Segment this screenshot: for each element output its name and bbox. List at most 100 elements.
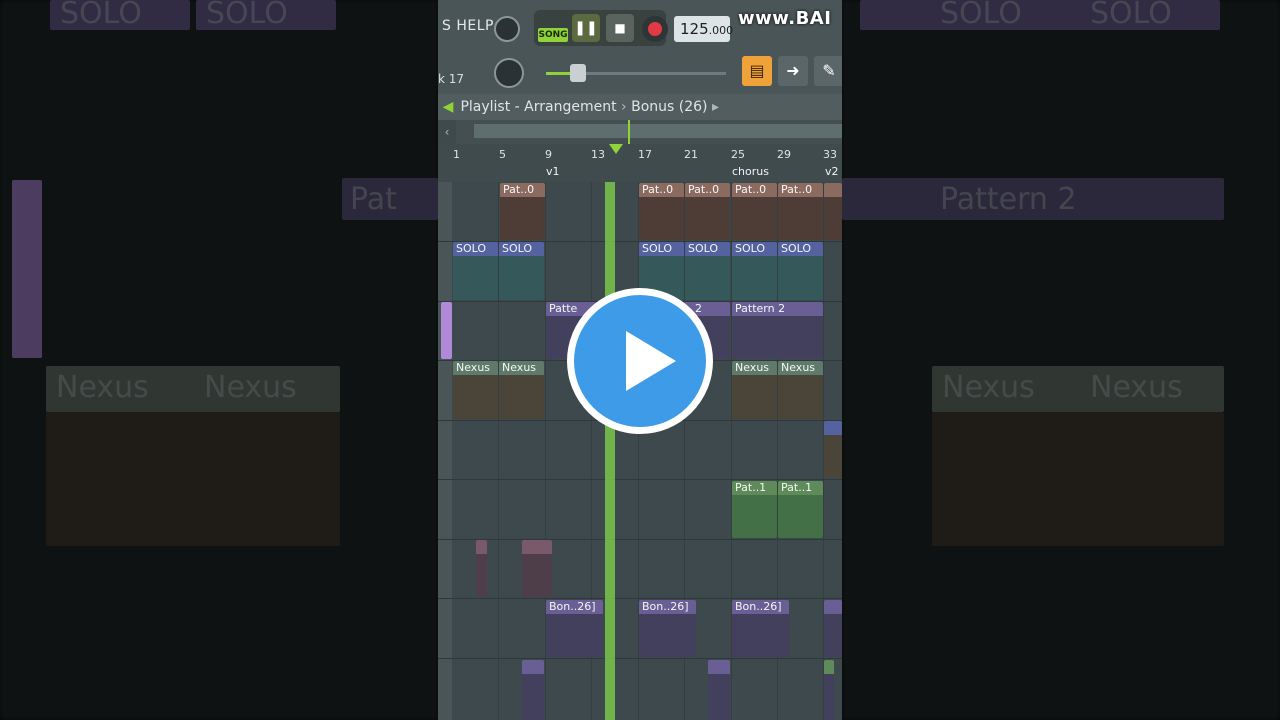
nexus-clip[interactable]: Nexus — [453, 361, 498, 419]
clip-label: Nexus — [778, 361, 823, 375]
pattern-clip[interactable]: Pat..1 — [732, 481, 777, 538]
master-volume-knob[interactable] — [494, 16, 520, 42]
playhead-line — [605, 182, 615, 720]
pattern-2-clip[interactable]: Pattern 2 — [732, 302, 823, 359]
ruler-tick: 25 — [731, 148, 745, 161]
overview-bar — [474, 124, 842, 138]
clip-label: Pat..0 — [732, 183, 777, 197]
clip-label: Pat..0 — [778, 183, 823, 197]
scroll-left-icon[interactable]: ‹ — [438, 120, 456, 144]
video-play-button[interactable] — [567, 288, 713, 434]
record-button[interactable] — [642, 16, 668, 42]
solo-clip[interactable]: SOLO — [732, 242, 777, 300]
lane-separator — [438, 539, 842, 540]
clip-label: SOLO — [685, 242, 730, 256]
pattern-clip[interactable] — [824, 421, 842, 478]
clip-label: Pat..1 — [778, 481, 823, 495]
lane-separator — [438, 658, 842, 659]
play-icon — [626, 331, 676, 391]
clip-label: Pat..0 — [685, 183, 730, 197]
pattern-clip[interactable]: Pat..0 — [639, 183, 684, 240]
slider-thumb[interactable] — [570, 64, 586, 82]
clip-label: SOLO — [453, 242, 498, 256]
pattern-clip[interactable]: Pat..0 — [685, 183, 730, 240]
pattern-clip[interactable] — [441, 302, 452, 359]
marker-v2[interactable]: v2 — [825, 165, 839, 178]
song-mode-button[interactable]: SONG — [538, 28, 568, 42]
current-pattern[interactable]: Bonus (26) — [631, 99, 707, 115]
solo-clip[interactable]: SOLO — [685, 242, 730, 300]
stop-button[interactable]: ■ — [606, 14, 634, 42]
clip-header — [824, 660, 834, 674]
tempo-fraction: .000 — [708, 24, 734, 37]
overview-position — [628, 120, 630, 144]
audio-clip[interactable] — [476, 540, 487, 597]
lane-separator — [438, 479, 842, 480]
playlist-overview[interactable] — [456, 120, 842, 144]
clip-label: Bon..26] — [546, 600, 603, 614]
audio-clip[interactable]: Bon..26] — [639, 600, 696, 657]
tempo-display[interactable]: 125.000 — [674, 16, 733, 42]
channel-knob[interactable] — [494, 58, 524, 88]
dim-overlay-left — [0, 0, 438, 720]
nexus-clip[interactable]: Nexus — [499, 361, 544, 419]
ruler-tick: 5 — [499, 148, 506, 161]
ruler-tick: 1 — [453, 148, 460, 161]
clip-label: SOLO — [639, 242, 684, 256]
clip-header — [476, 540, 487, 554]
ruler-tick: 21 — [684, 148, 698, 161]
audio-clip[interactable] — [708, 660, 730, 720]
ruler-tick: 9 — [545, 148, 552, 161]
clip-header — [824, 600, 842, 614]
playlist-view-button[interactable]: ▤ — [742, 56, 772, 86]
lane-sidebar — [438, 182, 452, 720]
pattern-clip[interactable]: Pat..0 — [732, 183, 777, 240]
audio-clip[interactable]: Bon..26] — [546, 600, 603, 657]
pattern-clip[interactable]: Pat..0 — [500, 183, 545, 240]
solo-clip[interactable]: SOLO — [453, 242, 498, 300]
watermark-text: www.BAI — [738, 8, 832, 29]
clip-label: Pat..1 — [732, 481, 777, 495]
clip-label: Pat..0 — [639, 183, 684, 197]
audio-clip[interactable] — [522, 540, 552, 597]
playlist-title: Playlist - Arrangement — [460, 99, 617, 115]
ruler-tick: 13 — [591, 148, 605, 161]
clip-header — [522, 540, 552, 554]
audio-clip[interactable] — [522, 660, 544, 720]
pattern-clip[interactable]: Pat..0 — [778, 183, 823, 240]
marker-v1[interactable]: v1 — [546, 165, 560, 178]
marker-chorus[interactable]: chorus — [732, 165, 769, 178]
next-arrow-button[interactable]: ➜ — [778, 56, 808, 86]
audio-clip[interactable] — [824, 660, 834, 720]
clip-label — [824, 183, 842, 197]
pencil-tool-button[interactable]: ✎ — [814, 56, 842, 86]
dim-overlay-right — [842, 0, 1280, 720]
playlist-lanes[interactable]: Pat..0 Pat..0 Pat..0 Pat..0 Pat..0 SOLO … — [438, 182, 842, 720]
clip-label: Bon..26] — [639, 600, 696, 614]
pause-button[interactable]: ❚❚ — [572, 14, 600, 42]
pattern-clip[interactable] — [824, 183, 842, 240]
clip-label: SOLO — [732, 242, 777, 256]
playlist-titlebar: ◀ Playlist - Arrangement › Bonus (26) ▸ — [438, 94, 842, 120]
clip-label: Nexus — [453, 361, 498, 375]
timeline-ruler[interactable]: 1 5 9 13 17 21 25 29 33 v1 chorus v2 — [438, 144, 842, 182]
pattern-clip[interactable]: Pat..1 — [778, 481, 823, 538]
ruler-tick: 17 — [638, 148, 652, 161]
clip-label: Nexus — [499, 361, 544, 375]
audio-clip[interactable]: Bon..26] — [732, 600, 789, 657]
play-button-circle — [574, 295, 706, 427]
clip-header — [708, 660, 730, 674]
tempo-value: 125 — [680, 20, 709, 38]
audio-clip[interactable] — [824, 600, 842, 657]
nexus-clip[interactable]: Nexus — [732, 361, 777, 419]
clip-label: Pattern 2 — [732, 302, 823, 316]
help-menu[interactable]: S HELP — [442, 18, 494, 34]
clip-label: Bon..26] — [732, 600, 789, 614]
solo-clip[interactable]: SOLO — [499, 242, 544, 300]
nexus-clip[interactable]: Nexus — [778, 361, 823, 419]
clip-label: SOLO — [499, 242, 544, 256]
playhead-marker[interactable] — [609, 144, 623, 154]
record-icon — [648, 22, 662, 36]
lane-separator — [438, 598, 842, 599]
solo-clip[interactable]: SOLO — [778, 242, 823, 300]
